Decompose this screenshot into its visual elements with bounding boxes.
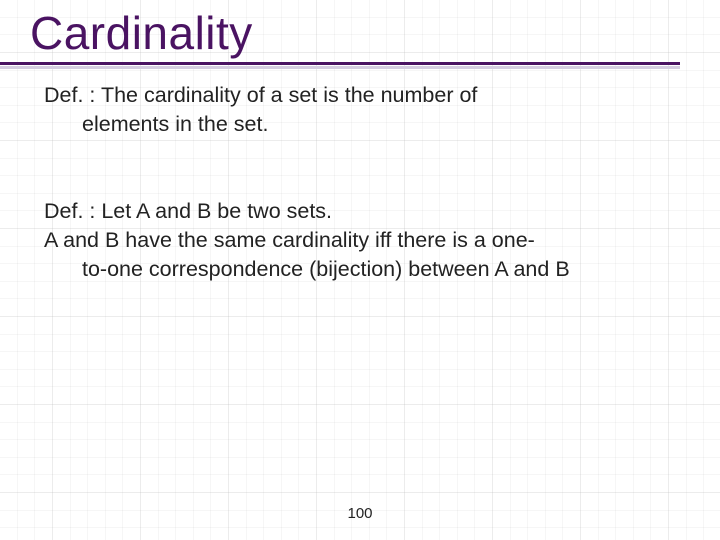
definition-1: Def. : The cardinality of a set is the n… [44,81,680,139]
slide-body: Def. : The cardinality of a set is the n… [0,69,720,284]
slide-content: Cardinality Def. : The cardinality of a … [0,0,720,284]
definition-2-line-2: A and B have the same cardinality iff th… [44,226,680,255]
definition-2: Def. : Let A and B be two sets. A and B … [44,197,680,284]
slide-title: Cardinality [0,0,720,60]
definition-2-line-3: to-one correspondence (bijection) betwee… [44,255,680,284]
definition-1-line-2: elements in the set. [44,110,680,139]
definition-1-line-1: Def. : The cardinality of a set is the n… [44,81,680,110]
page-number: 100 [347,505,372,522]
definition-2-line-1: Def. : Let A and B be two sets. [44,197,680,226]
title-underline [0,62,680,65]
